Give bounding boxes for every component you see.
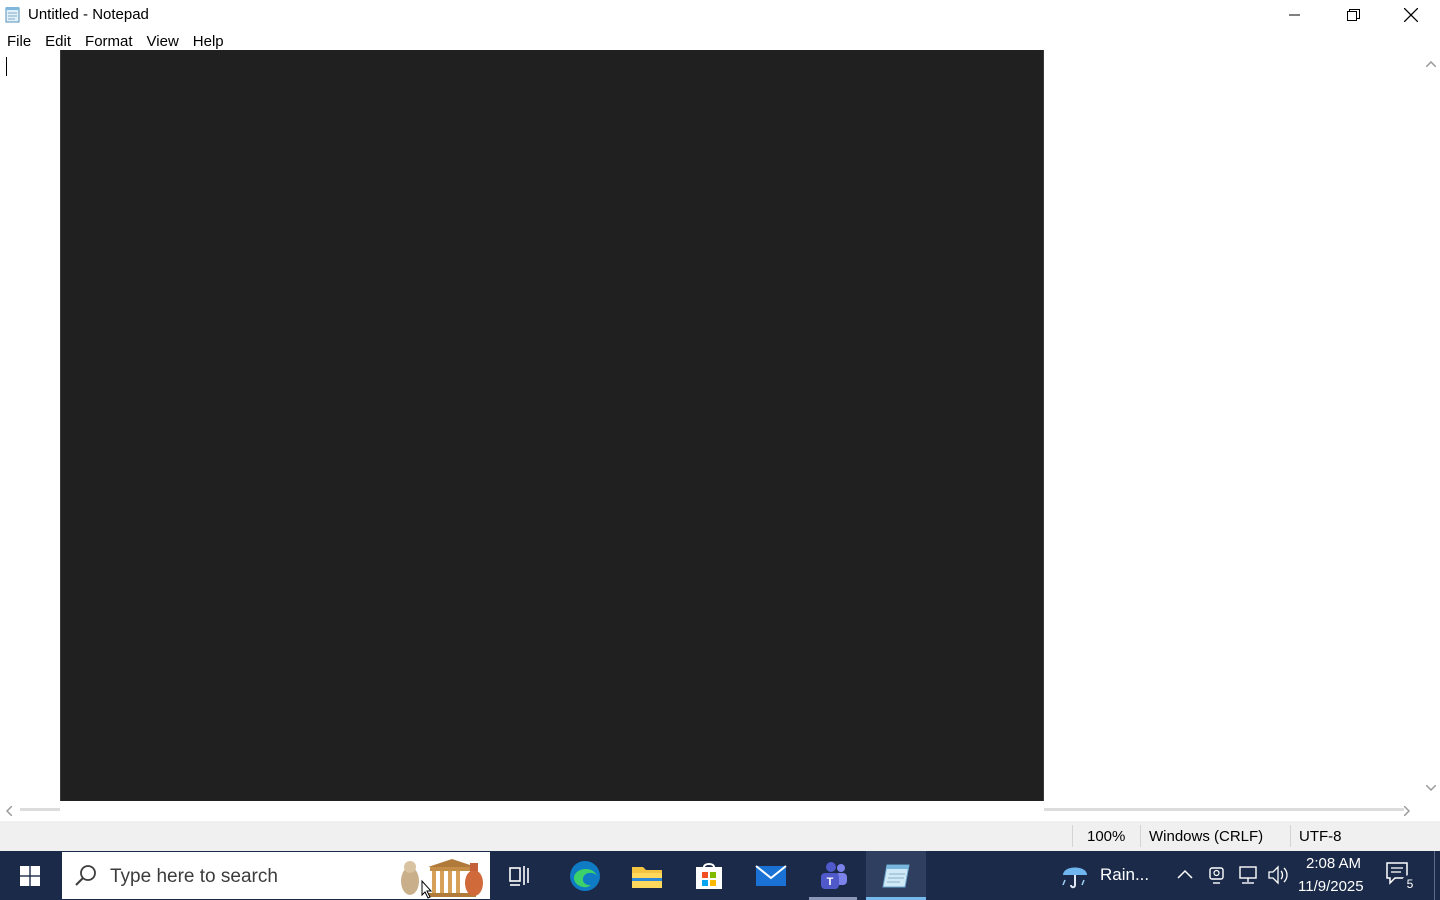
edge-icon <box>570 860 600 891</box>
store-icon <box>696 862 722 889</box>
show-desktop-button[interactable] <box>1434 851 1435 900</box>
task-view-button[interactable] <box>491 851 551 900</box>
minimize-icon <box>1289 14 1300 16</box>
search-box[interactable]: Type here to search <box>62 852 490 899</box>
scroll-track <box>1044 808 1404 811</box>
clock-time[interactable]: 2:08 AM <box>1306 855 1361 872</box>
encoding: UTF-8 <box>1299 828 1342 845</box>
scroll-down-icon[interactable] <box>1426 785 1436 791</box>
notepad-taskbar-button[interactable] <box>866 851 926 900</box>
scroll-right-icon[interactable] <box>1404 806 1410 816</box>
task-view-icon <box>509 865 529 886</box>
volume-icon[interactable] <box>1267 865 1289 885</box>
notepad-icon <box>5 6 21 23</box>
chevron-up-icon[interactable] <box>1177 869 1193 879</box>
horizontal-scrollbar[interactable] <box>0 801 1422 821</box>
network-icon[interactable] <box>1237 865 1259 885</box>
start-button[interactable] <box>0 851 60 900</box>
notification-badge: 5 <box>1401 875 1419 893</box>
scroll-left-icon[interactable] <box>6 806 12 816</box>
line-ending: Windows (CRLF) <box>1149 828 1264 845</box>
scroll-up-icon[interactable] <box>1426 61 1436 67</box>
restore-button[interactable] <box>1324 0 1382 30</box>
file-explorer-button[interactable] <box>617 851 677 900</box>
microsoft-store-button[interactable] <box>679 851 739 900</box>
weather-widget[interactable]: Rain... <box>1058 851 1162 900</box>
status-divider <box>1290 825 1291 847</box>
edge-button[interactable] <box>555 851 615 900</box>
weather-text: Rain... <box>1100 865 1150 884</box>
search-highlight-illustration <box>401 859 483 899</box>
umbrella-rain-icon <box>1062 867 1087 889</box>
mail-icon <box>755 864 787 886</box>
folder-icon <box>632 866 662 888</box>
clock-date[interactable]: 11/9/2025 <box>1298 878 1364 895</box>
vertical-scrollbar[interactable] <box>1422 53 1440 801</box>
meet-now-icon[interactable] <box>1208 865 1226 885</box>
search-icon <box>75 865 96 886</box>
close-icon <box>1404 8 1418 22</box>
notepad-icon <box>882 864 910 887</box>
svg-text:T: T <box>827 876 834 888</box>
window-title: Untitled - Notepad <box>28 6 149 23</box>
title-bar[interactable]: Untitled - Notepad <box>0 0 1440 30</box>
status-divider <box>1072 825 1073 847</box>
teams-icon: T <box>821 861 847 889</box>
mail-button[interactable] <box>741 851 801 900</box>
close-button[interactable] <box>1382 0 1440 30</box>
status-divider <box>1140 825 1141 847</box>
dark-overlay-panel[interactable] <box>60 50 1044 851</box>
minimize-button[interactable] <box>1266 0 1324 30</box>
text-caret <box>6 57 7 76</box>
status-bar: 100% Windows (CRLF) UTF-8 <box>0 821 1440 851</box>
windows-logo-icon <box>20 865 40 886</box>
taskbar: Type here to search T Rain... 2:08 AM 11… <box>0 851 1440 900</box>
scroll-track <box>20 808 60 811</box>
zoom-level: 100% <box>1087 828 1126 845</box>
menu-file[interactable]: File <box>0 31 38 53</box>
teams-button[interactable]: T <box>803 851 863 900</box>
search-placeholder: Type here to search <box>110 866 278 887</box>
restore-icon <box>1346 8 1360 21</box>
